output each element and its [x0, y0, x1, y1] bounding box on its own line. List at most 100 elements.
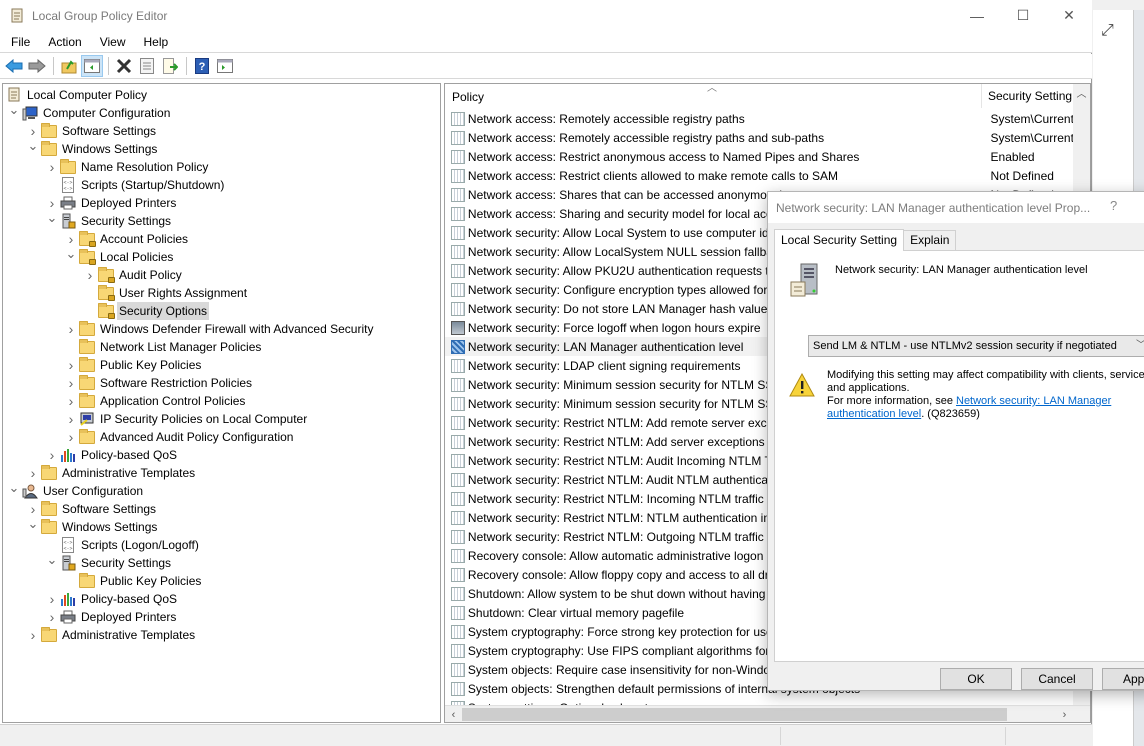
- tree-item[interactable]: ⌄ Security Settings: [44, 551, 173, 572]
- tree-item-label: Name Resolution Policy: [81, 160, 209, 174]
- tree-item[interactable]: › Deployed Printers: [44, 194, 178, 212]
- show-hide-console-tree-button[interactable]: [81, 55, 103, 77]
- chevron-right-icon[interactable]: ›: [63, 428, 79, 446]
- chevron-right-icon[interactable]: ›: [63, 320, 79, 338]
- tree-item[interactable]: › Audit Policy: [82, 266, 184, 284]
- policy-row[interactable]: Network access: Restrict anonymous acces…: [445, 147, 1074, 166]
- tree-item-label: Security Options: [117, 302, 210, 320]
- chevron-right-icon[interactable]: ›: [82, 266, 98, 284]
- scroll-right-icon[interactable]: ›: [1056, 706, 1073, 722]
- column-header-security-setting[interactable]: Security Setting: [982, 84, 1072, 109]
- chevron-right-icon[interactable]: ›: [44, 590, 60, 608]
- tree-item[interactable]: ⌄ Security Settings: [44, 209, 173, 230]
- policy-row[interactable]: Network access: Remotely accessible regi…: [445, 128, 1074, 147]
- tree-item[interactable]: ⌄ Windows Settings: [25, 515, 159, 536]
- chevron-right-icon[interactable]: ›: [44, 158, 60, 176]
- chevron-down-icon[interactable]: ⌄: [6, 479, 22, 497]
- column-header-policy[interactable]: ︿ Policy: [445, 84, 982, 108]
- chevron-down-icon[interactable]: ⌄: [25, 137, 41, 155]
- policy-row[interactable]: Network access: Remotely accessible regi…: [445, 109, 1074, 128]
- chevron-right-icon[interactable]: ›: [44, 446, 60, 464]
- tree-item[interactable]: › Advanced Audit Policy Configuration: [63, 428, 295, 446]
- expand-icon[interactable]: ⤢: [1101, 22, 1114, 40]
- tree-item[interactable]: › Software Settings: [25, 500, 158, 518]
- menu-file[interactable]: File: [4, 32, 37, 52]
- policy-setting-icon: [451, 586, 465, 601]
- policy-setting-icon: [451, 643, 465, 658]
- chevron-right-icon[interactable]: ›: [44, 608, 60, 626]
- menu-action[interactable]: Action: [41, 32, 88, 52]
- tree-item[interactable]: › Policy-based QoS: [44, 590, 179, 608]
- locked-folder-icon: [98, 266, 115, 283]
- dialog-tab-panel: Network security: LAN Manager authentica…: [774, 250, 1144, 662]
- chevron-right-icon[interactable]: ›: [63, 392, 79, 410]
- authentication-level-dropdown[interactable]: Send LM & NTLM - use NTLMv2 session secu…: [808, 335, 1144, 357]
- tree-item[interactable]: › IP Security Policies on Local Computer: [63, 410, 309, 428]
- chevron-right-icon[interactable]: ›: [63, 356, 79, 374]
- tree-item[interactable]: Public Key Policies: [63, 572, 203, 590]
- tree-item[interactable]: › Software Restriction Policies: [63, 374, 254, 392]
- scroll-up-icon[interactable]: ︿: [1073, 84, 1090, 101]
- properties-button[interactable]: [136, 55, 158, 77]
- ok-button[interactable]: OK: [940, 668, 1012, 690]
- policy-setting-icon: [451, 567, 465, 582]
- chevron-down-icon[interactable]: ⌄: [44, 209, 60, 227]
- scroll-left-icon[interactable]: ‹: [445, 706, 462, 722]
- chevron-down-icon[interactable]: ⌄: [44, 551, 60, 569]
- menu-view[interactable]: View: [93, 32, 133, 52]
- tree-item[interactable]: › Application Control Policies: [63, 392, 247, 410]
- tree-item[interactable]: › Administrative Templates: [25, 626, 197, 644]
- tab-local-security-setting[interactable]: Local Security Setting: [774, 229, 905, 251]
- tree-item[interactable]: › Deployed Printers: [44, 608, 178, 626]
- tree-item[interactable]: › Policy-based QoS: [44, 446, 179, 464]
- maximize-button[interactable]: ☐: [1000, 0, 1046, 31]
- tree-item-label: Administrative Templates: [62, 628, 196, 642]
- export-list-button[interactable]: [159, 55, 181, 77]
- policy-row[interactable]: Network access: Restrict clients allowed…: [445, 166, 1074, 185]
- tree-item[interactable]: <-> <-> Scripts (Startup/Shutdown): [44, 176, 226, 194]
- chevron-right-icon[interactable]: ›: [25, 626, 41, 644]
- chevron-right-icon[interactable]: ›: [63, 374, 79, 392]
- tree-item[interactable]: ⌄ Computer Configuration: [6, 101, 172, 122]
- tree-item[interactable]: <-> <-> Scripts (Logon/Logoff): [44, 536, 201, 554]
- tree-item[interactable]: › Public Key Policies: [63, 356, 203, 374]
- horizontal-scroll-thumb[interactable]: [462, 708, 1007, 721]
- show-hide-action-pane-button[interactable]: [214, 55, 236, 77]
- tree-item[interactable]: User Rights Assignment: [82, 284, 249, 302]
- tree-item[interactable]: › Administrative Templates: [25, 464, 197, 482]
- chevron-right-icon[interactable]: ›: [25, 464, 41, 482]
- forward-button[interactable]: [26, 55, 48, 77]
- menu-help[interactable]: Help: [137, 32, 176, 52]
- close-button[interactable]: ✕: [1046, 0, 1092, 31]
- back-button[interactable]: [3, 55, 25, 77]
- tree-item[interactable]: Local Computer Policy: [6, 86, 149, 104]
- tab-explain[interactable]: Explain: [903, 230, 957, 250]
- policy-setting-icon: [451, 605, 465, 620]
- tree-item[interactable]: ⌄ Local Policies: [63, 245, 175, 266]
- chevron-right-icon[interactable]: ›: [63, 410, 79, 428]
- tree-item[interactable]: › Account Policies: [63, 230, 190, 248]
- tree-item[interactable]: Security Options: [82, 302, 210, 320]
- security-setting-value: Enabled: [990, 149, 1035, 164]
- minimize-button[interactable]: —: [954, 0, 1000, 31]
- tree-item[interactable]: › Name Resolution Policy: [44, 158, 210, 176]
- chevron-down-icon[interactable]: ⌄: [6, 101, 22, 119]
- properties-icon: [140, 58, 154, 74]
- tree-item[interactable]: › Software Settings: [25, 122, 158, 140]
- security-setting-value: System\CurrentC: [990, 130, 1074, 145]
- apply-button[interactable]: Apply: [1102, 668, 1144, 690]
- chevron-down-icon[interactable]: ⌄: [25, 515, 41, 533]
- up-one-level-button[interactable]: [58, 55, 80, 77]
- help-button[interactable]: ?: [191, 55, 213, 77]
- policy-setting-icon: [451, 396, 465, 411]
- tree-item[interactable]: ⌄ User Configuration: [6, 479, 145, 500]
- dialog-help-icon[interactable]: ?: [1110, 198, 1117, 213]
- tree-item[interactable]: ⌄ Windows Settings: [25, 137, 159, 158]
- tree-item[interactable]: › Windows Defender Firewall with Advanced…: [63, 320, 375, 338]
- horizontal-scrollbar[interactable]: ‹ ›: [445, 705, 1090, 722]
- chevron-down-icon[interactable]: ⌄: [63, 245, 79, 263]
- delete-button[interactable]: [113, 55, 135, 77]
- cancel-button[interactable]: Cancel: [1021, 668, 1093, 690]
- tree-item[interactable]: Network List Manager Policies: [63, 338, 263, 356]
- security-setting-value: Not Defined: [990, 168, 1054, 183]
